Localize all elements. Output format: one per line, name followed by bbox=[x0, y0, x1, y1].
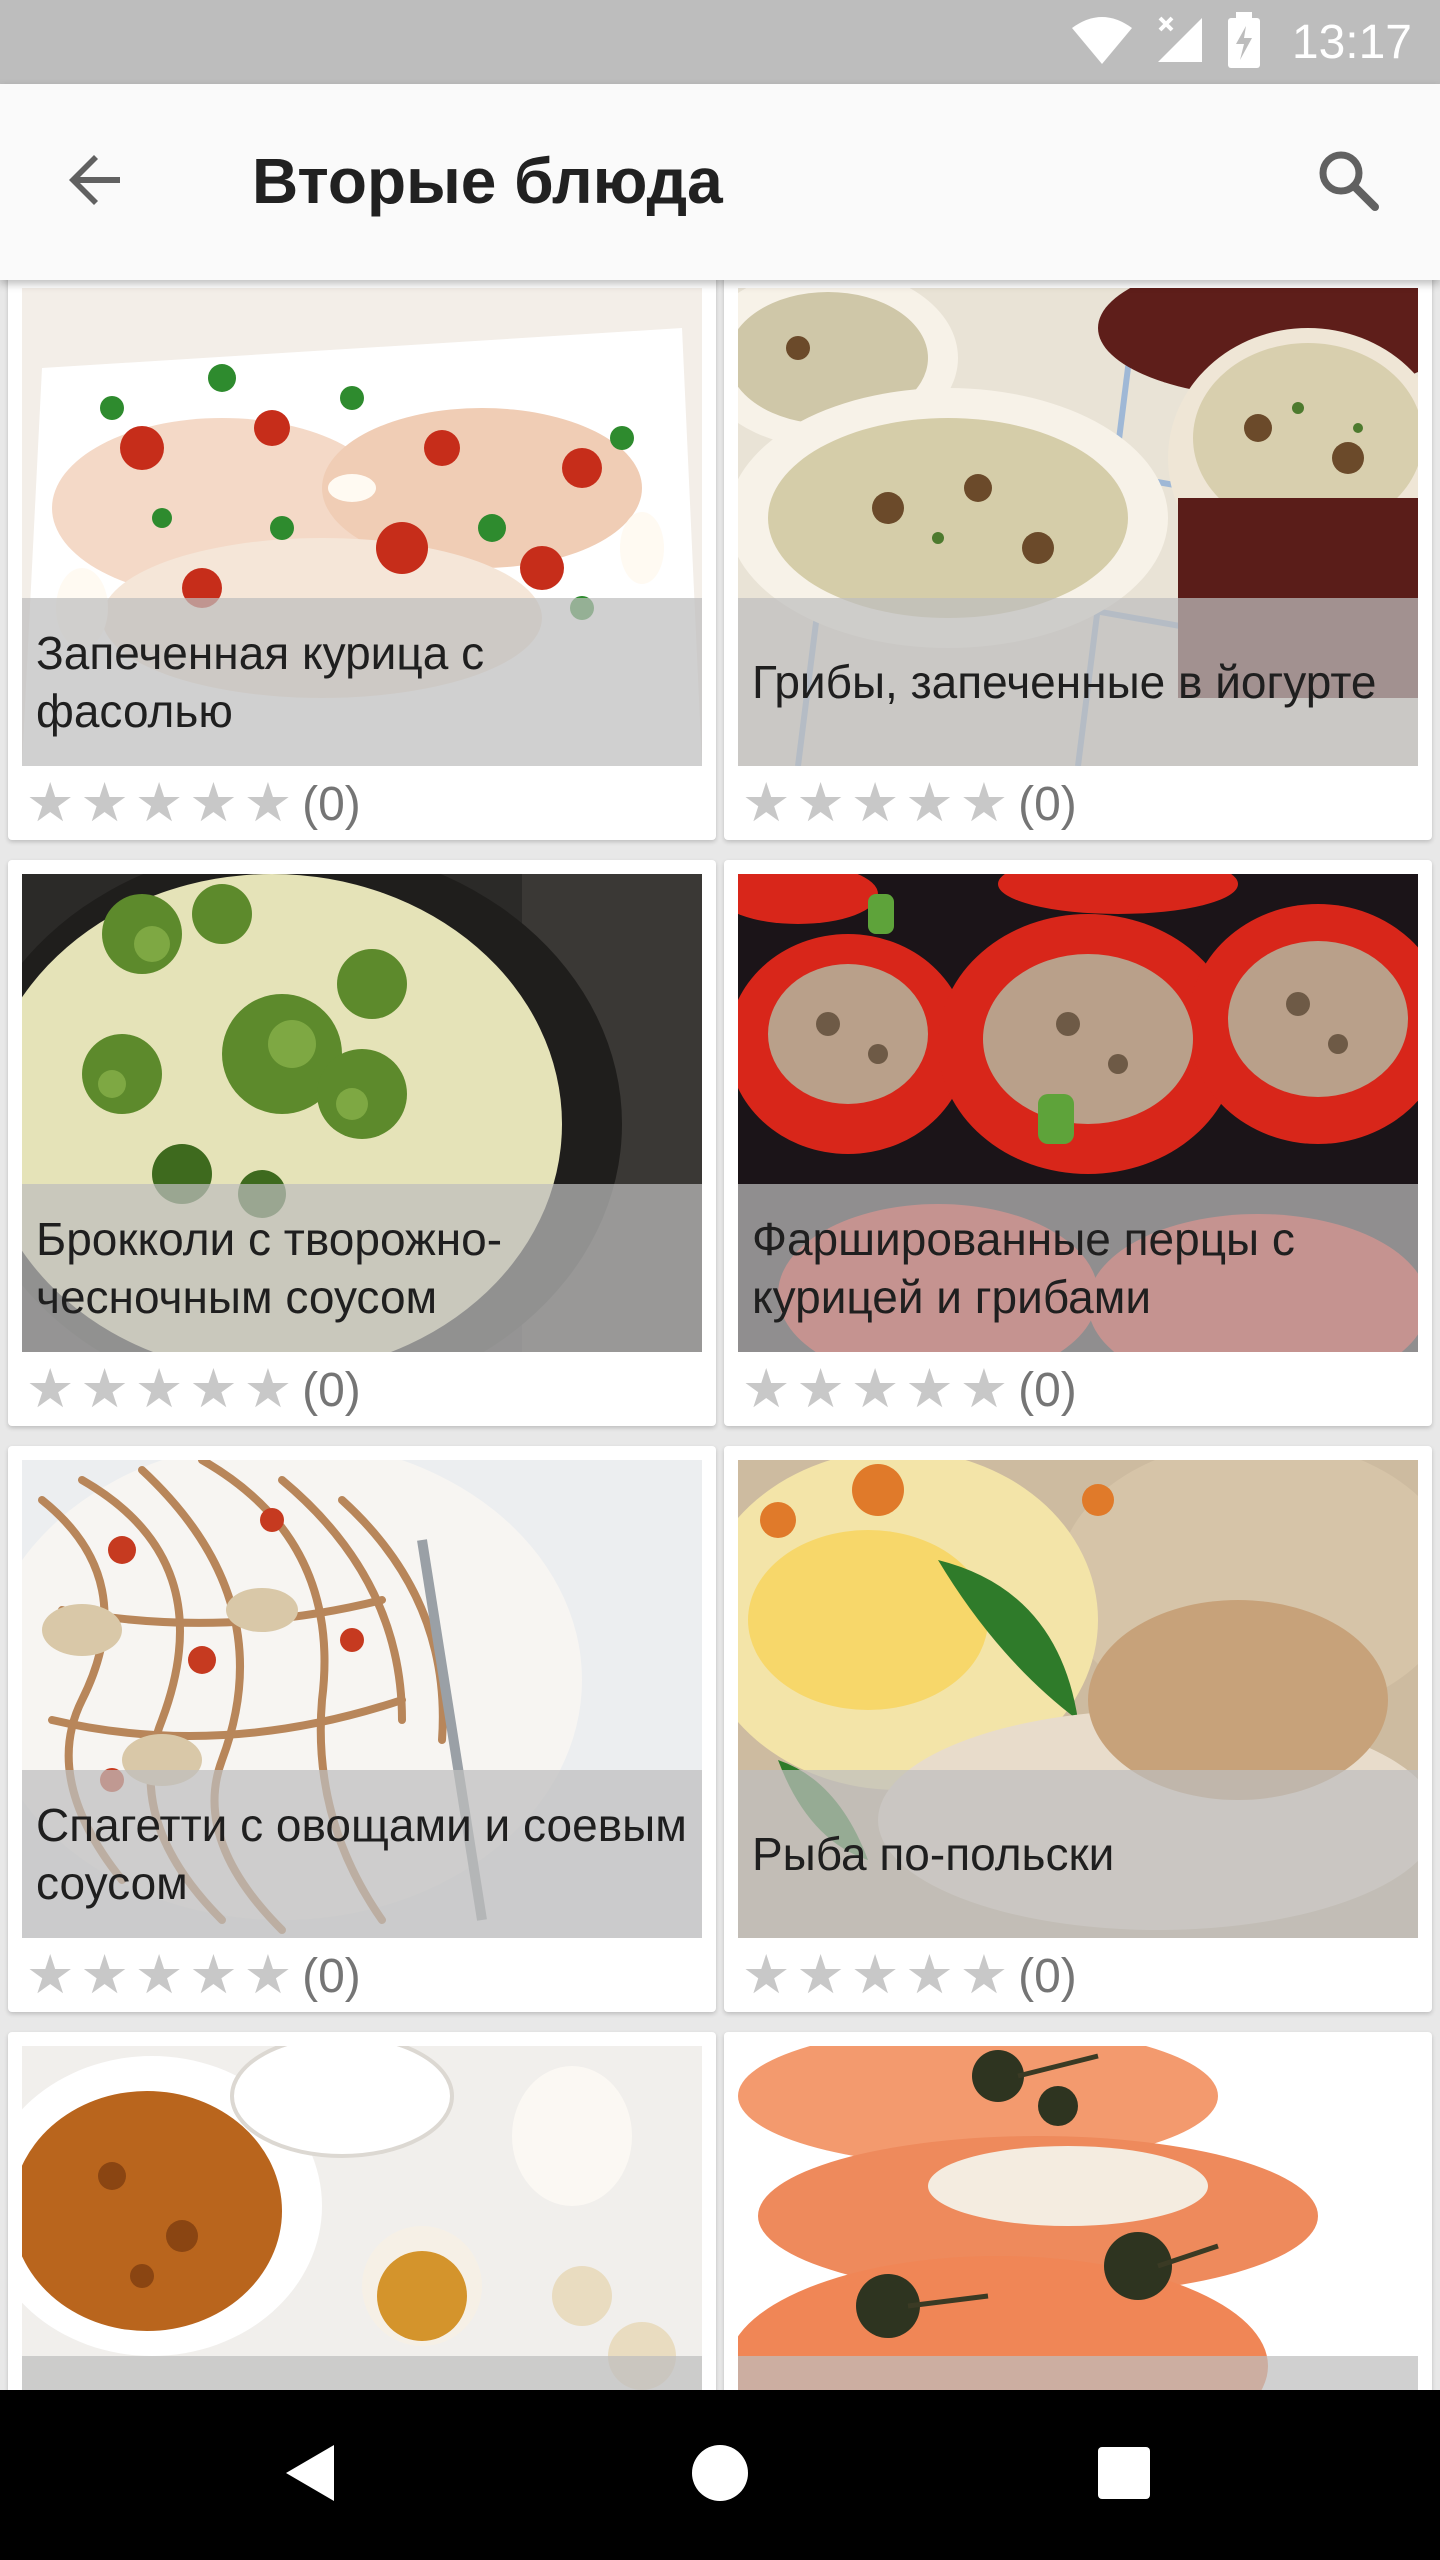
recipe-title: Грибы, запеченные в йогурте bbox=[752, 656, 1377, 708]
recipe-title-overlay: Брокколи с творожно-чесночным соусом bbox=[22, 1184, 702, 1352]
recipe-title: Запеченная курица с фасолью bbox=[36, 627, 485, 737]
star-icon: ★ bbox=[905, 1358, 954, 1421]
recipe-title: Спагетти с овощами и соевым соусом bbox=[36, 1799, 687, 1909]
rating-count: (0) bbox=[302, 1363, 361, 1417]
star-icon: ★ bbox=[742, 1358, 791, 1421]
nav-back-button[interactable] bbox=[270, 2435, 350, 2515]
back-triangle-icon bbox=[280, 2441, 340, 2509]
star-icon: ★ bbox=[243, 1944, 293, 2007]
recipe-card[interactable]: Рыба по-польски ★ ★ ★ ★ ★ (0) bbox=[724, 1446, 1432, 2012]
recipe-title-overlay bbox=[22, 2356, 702, 2390]
recipe-card[interactable]: Грибы, запеченные в йогурте ★ ★ ★ ★ ★ (0… bbox=[724, 280, 1432, 840]
recipe-title-overlay: Фаршированные перцы с курицей и грибами bbox=[738, 1184, 1418, 1352]
search-button[interactable] bbox=[1308, 142, 1388, 222]
recipe-title-overlay: Запеченная курица с фасолью bbox=[22, 598, 702, 766]
star-icon: ★ bbox=[959, 1944, 1009, 2007]
star-icon: ★ bbox=[742, 772, 791, 835]
nav-recents-button[interactable] bbox=[1084, 2435, 1164, 2515]
rating-count: (0) bbox=[302, 1949, 361, 2003]
wifi-icon bbox=[1070, 14, 1134, 70]
star-icon: ★ bbox=[905, 1944, 954, 2007]
star-icon: ★ bbox=[134, 772, 184, 835]
star-icon: ★ bbox=[189, 1944, 238, 2007]
recipe-title-overlay bbox=[738, 2356, 1418, 2390]
recipe-rating: ★ ★ ★ ★ ★ (0) bbox=[742, 1946, 1077, 2006]
recipe-image: Грибы, запеченные в йогурте bbox=[738, 288, 1418, 766]
rating-count: (0) bbox=[1018, 777, 1077, 831]
star-icon: ★ bbox=[80, 772, 129, 835]
recipe-rating: ★ ★ ★ ★ ★ (0) bbox=[742, 1360, 1077, 1420]
star-icon: ★ bbox=[80, 1944, 129, 2007]
recipe-title: Брокколи с творожно-чесночным соусом bbox=[36, 1213, 503, 1323]
star-icon: ★ bbox=[243, 1358, 293, 1421]
app-bar: Вторые блюда bbox=[0, 84, 1440, 280]
recipe-title-overlay: Рыба по-польски bbox=[738, 1770, 1418, 1938]
star-icon: ★ bbox=[742, 1944, 791, 2007]
recipe-title: Фаршированные перцы с курицей и грибами bbox=[752, 1213, 1295, 1323]
status-time: 13:17 bbox=[1291, 15, 1412, 69]
star-icon: ★ bbox=[189, 1358, 238, 1421]
recipe-image: Фаршированные перцы с курицей и грибами bbox=[738, 874, 1418, 1352]
star-icon: ★ bbox=[189, 772, 238, 835]
rating-count: (0) bbox=[302, 777, 361, 831]
star-icon: ★ bbox=[26, 1944, 75, 2007]
star-icon: ★ bbox=[796, 1358, 845, 1421]
recipe-list[interactable]: Запеченная курица с фасолью ★ ★ ★ ★ ★ (0… bbox=[0, 280, 1440, 2390]
star-icon: ★ bbox=[796, 772, 845, 835]
star-icon: ★ bbox=[959, 1358, 1009, 1421]
home-circle-icon bbox=[690, 2443, 750, 2507]
recipe-title: Рыба по-польски bbox=[752, 1828, 1115, 1880]
page-title: Вторые блюда bbox=[252, 145, 723, 217]
recipe-image bbox=[22, 2046, 702, 2390]
rating-count: (0) bbox=[1018, 1363, 1077, 1417]
back-button[interactable] bbox=[56, 142, 136, 222]
star-icon: ★ bbox=[26, 772, 75, 835]
recipe-image: Запеченная курица с фасолью bbox=[22, 288, 702, 766]
status-icons: 13:17 bbox=[1070, 0, 1412, 84]
star-icon: ★ bbox=[796, 1944, 845, 2007]
recipe-image bbox=[738, 2046, 1418, 2390]
recipe-title-overlay: Спагетти с овощами и соевым соусом bbox=[22, 1770, 702, 1938]
recipe-rating: ★ ★ ★ ★ ★ (0) bbox=[26, 1946, 361, 2006]
cellular-signal-icon bbox=[1154, 14, 1206, 70]
recipe-card[interactable]: Спагетти с овощами и соевым соусом ★ ★ ★… bbox=[8, 1446, 716, 2012]
star-icon: ★ bbox=[959, 772, 1009, 835]
recipe-card[interactable]: Запеченная курица с фасолью ★ ★ ★ ★ ★ (0… bbox=[8, 280, 716, 840]
rating-count: (0) bbox=[1018, 1949, 1077, 2003]
star-icon: ★ bbox=[134, 1358, 184, 1421]
recipe-card[interactable] bbox=[724, 2032, 1432, 2390]
search-icon bbox=[1315, 147, 1381, 217]
recipe-card[interactable] bbox=[8, 2032, 716, 2390]
recipe-image: Брокколи с творожно-чесночным соусом bbox=[22, 874, 702, 1352]
system-nav-bar bbox=[0, 2390, 1440, 2560]
star-icon: ★ bbox=[850, 772, 900, 835]
battery-icon bbox=[1226, 12, 1262, 72]
status-bar: 13:17 bbox=[0, 0, 1440, 84]
star-icon: ★ bbox=[26, 1358, 75, 1421]
nav-home-button[interactable] bbox=[680, 2435, 760, 2515]
recipe-rating: ★ ★ ★ ★ ★ (0) bbox=[26, 774, 361, 834]
recipe-rating: ★ ★ ★ ★ ★ (0) bbox=[742, 774, 1077, 834]
star-icon: ★ bbox=[850, 1944, 900, 2007]
star-icon: ★ bbox=[243, 772, 293, 835]
recipe-image: Рыба по-польски bbox=[738, 1460, 1418, 1938]
recipe-rating: ★ ★ ★ ★ ★ (0) bbox=[26, 1360, 361, 1420]
recipe-card[interactable]: Брокколи с творожно-чесночным соусом ★ ★… bbox=[8, 860, 716, 1426]
star-icon: ★ bbox=[905, 772, 954, 835]
star-icon: ★ bbox=[850, 1358, 900, 1421]
recipe-card[interactable]: Фаршированные перцы с курицей и грибами … bbox=[724, 860, 1432, 1426]
recipe-image: Спагетти с овощами и соевым соусом bbox=[22, 1460, 702, 1938]
star-icon: ★ bbox=[134, 1944, 184, 2007]
recents-square-icon bbox=[1096, 2445, 1152, 2505]
recipe-title-overlay: Грибы, запеченные в йогурте bbox=[738, 598, 1418, 766]
star-icon: ★ bbox=[80, 1358, 129, 1421]
arrow-back-icon bbox=[64, 148, 128, 216]
